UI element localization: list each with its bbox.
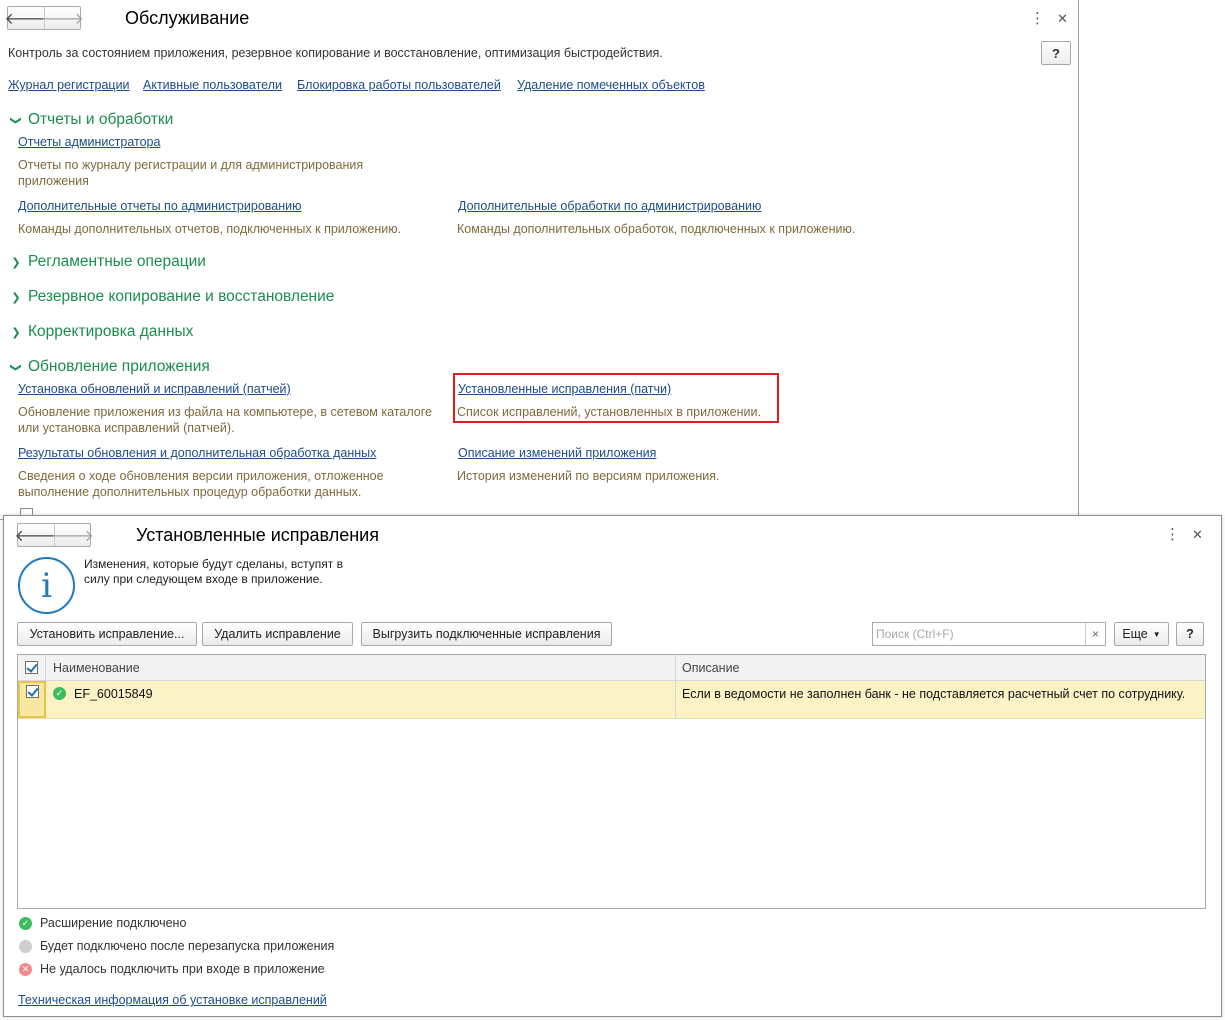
desc-install-updates: Обновление приложения из файла на компью… [18,405,432,435]
row-description-cell: Если в ведомости не заполнен банк - не п… [682,687,1186,701]
desc-installed-patches: Список исправлений, установленных в прил… [457,405,761,419]
section-correction[interactable]: ❯ Корректировка данных [8,323,193,341]
chevron-right-icon: ❯ [11,291,21,304]
help-button[interactable]: ? [1176,622,1204,646]
status-ok-icon: ✓ [53,687,66,700]
arrow-right-icon: 🡒 [41,10,84,28]
link-installed-patches[interactable]: Установленные исправления (патчи) [458,382,671,396]
checkbox-icon [25,661,38,674]
chevron-down-icon: ❯ [9,362,22,372]
caret-down-icon: ▼ [1152,629,1161,639]
legend-text: Не удалось подключить при входе в прилож… [40,962,325,976]
install-patch-button[interactable]: Установить исправление... [17,622,197,646]
section-title: Корректировка данных [28,323,194,340]
row-name-cell: ✓ EF_60015849 [46,681,676,718]
back-button[interactable]: 🡐 [5,7,48,29]
link-event-log[interactable]: Журнал регистрации [8,78,130,92]
close-icon[interactable]: ✕ [1192,528,1203,542]
installed-patches-window: 🡐 🡒 Установленные исправления ⋮ ✕ i Изме… [3,515,1222,1017]
column-header-name[interactable]: Наименование [46,655,676,680]
chevron-down-icon: ❯ [9,115,22,125]
more-button-label: Еще [1122,627,1148,641]
window-subtitle: Контроль за состоянием приложения, резер… [8,46,663,60]
info-icon: i [18,557,75,614]
link-install-updates[interactable]: Установка обновлений и исправлений (патч… [18,382,291,396]
link-additional-reports[interactable]: Дополнительные отчеты по администрирован… [18,199,301,213]
legend-item-failed: ✕ Не удалось подключить при входе в прил… [19,962,325,976]
section-title: Обновление приложения [28,358,210,375]
window-title: Установленные исправления [136,525,379,545]
info-text: Изменения, которые будут сделаны, вступя… [84,557,343,586]
close-icon[interactable]: ✕ [1057,12,1068,26]
desc-additional-processing: Команды дополнительных обработок, подклю… [457,222,856,236]
export-patches-button[interactable]: Выгрузить подключенные исправления [361,622,612,646]
forward-button[interactable]: 🡒 [41,7,84,29]
header-check-column[interactable] [18,655,46,680]
row-checkbox-cell[interactable] [18,681,46,718]
delete-patch-button[interactable]: Удалить исправление [202,622,353,646]
section-title: Отчеты и обработки [28,111,174,128]
status-error-icon: ✕ [19,962,32,976]
clear-search-icon[interactable]: × [1085,623,1105,645]
more-vertical-icon[interactable]: ⋮ [1165,527,1180,542]
link-additional-processing[interactable]: Дополнительные обработки по администриро… [458,199,761,213]
desc-additional-reports: Команды дополнительных отчетов, подключе… [18,222,402,236]
link-change-description[interactable]: Описание изменений приложения [458,446,656,460]
section-reports[interactable]: ❯ Отчеты и обработки [8,111,174,129]
back-button[interactable]: 🡐 [15,524,58,546]
column-header-description[interactable]: Описание [676,655,1205,680]
legend-item-connected: ✓ Расширение подключено [19,916,186,930]
maintenance-window: 🡐 🡒 Обслуживание ⋮ ✕ Контроль за состоян… [0,0,1079,520]
status-pending-icon [19,939,32,953]
more-button[interactable]: Еще ▼ [1114,622,1169,646]
arrow-right-icon: 🡒 [51,527,94,545]
section-title: Резервное копирование и восстановление [28,288,335,305]
desc-change-description: История изменений по версиям приложения. [457,469,720,483]
nav-buttons: 🡐 🡒 [15,523,94,547]
more-vertical-icon[interactable]: ⋮ [1030,11,1045,26]
chevron-right-icon: ❯ [11,326,21,339]
window-title: Обслуживание [125,8,250,28]
table-row[interactable]: ✓ EF_60015849 Если в ведомости не заполн… [18,681,1205,719]
section-update[interactable]: ❯ Обновление приложения [8,358,210,376]
legend-item-pending: Будет подключено после перезапуска прило… [19,939,334,953]
legend-text: Расширение подключено [40,916,187,930]
search-box: × [872,622,1106,646]
search-input[interactable] [873,623,1085,645]
status-ok-icon: ✓ [19,916,32,930]
legend-text: Будет подключено после перезапуска прило… [40,939,335,953]
forward-button[interactable]: 🡒 [51,524,94,546]
link-update-results[interactable]: Результаты обновления и дополнительная о… [18,446,376,460]
row-checkbox[interactable] [25,685,39,698]
section-title: Регламентные операции [28,253,206,270]
link-block-users[interactable]: Блокировка работы пользователей [297,78,501,92]
nav-buttons: 🡐 🡒 [5,6,84,30]
link-delete-marked[interactable]: Удаление помеченных объектов [517,78,705,92]
link-active-users[interactable]: Активные пользователи [143,78,282,92]
patches-table: Наименование Описание ✓ EF_60015849 Если… [17,654,1206,909]
help-button[interactable]: ? [1041,41,1071,65]
desc-admin-reports: Отчеты по журналу регистрации и для адми… [18,158,364,188]
section-routine[interactable]: ❯ Регламентные операции [8,253,206,271]
table-header: Наименование Описание [18,655,1205,681]
patch-name: EF_60015849 [74,687,153,701]
link-admin-reports[interactable]: Отчеты администратора [18,135,160,149]
desc-update-results: Сведения о ходе обновления версии прилож… [18,469,384,499]
section-backup[interactable]: ❯ Резервное копирование и восстановление [8,288,334,306]
link-tech-info[interactable]: Техническая информация об установке испр… [18,993,327,1007]
chevron-right-icon: ❯ [11,256,21,269]
